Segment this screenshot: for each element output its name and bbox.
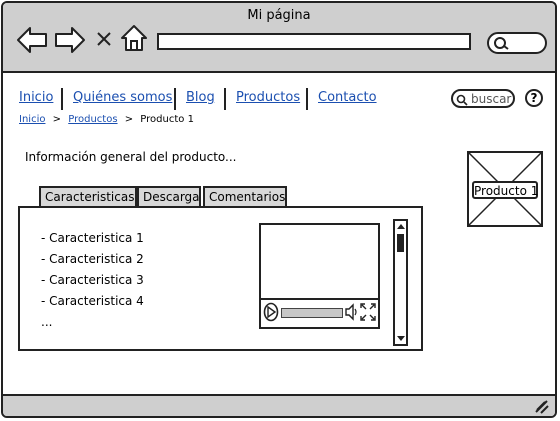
menu-item-inicio[interactable]: Inicio xyxy=(19,90,53,105)
menu-separator xyxy=(61,88,63,110)
scrollbar-thumb[interactable] xyxy=(397,234,404,252)
chevron-right-icon: > xyxy=(124,114,134,125)
tab-panel: - Caracteristica 1 - Caracteristica 2 - … xyxy=(18,206,423,351)
breadcrumb-inicio[interactable]: Inicio xyxy=(19,114,45,125)
resize-grip-icon[interactable] xyxy=(533,398,549,414)
window-title: Mi página xyxy=(247,8,311,23)
menu-item-productos[interactable]: Productos xyxy=(236,90,300,105)
vertical-scrollbar[interactable] xyxy=(393,219,408,346)
site-search-input[interactable]: buscar xyxy=(451,89,515,108)
forward-arrow-icon[interactable] xyxy=(53,25,87,55)
product-image-placeholder: Producto 1 xyxy=(467,151,543,227)
fullscreen-icon[interactable] xyxy=(360,303,376,321)
close-x-icon[interactable] xyxy=(95,30,113,48)
browser-search-field[interactable] xyxy=(487,32,547,54)
title-bar: Mi página xyxy=(3,3,555,73)
list-item: - Caracteristica 4 xyxy=(41,294,144,308)
help-icon[interactable]: ? xyxy=(525,89,543,107)
breadcrumb-current: Producto 1 xyxy=(140,114,194,125)
breadcrumb: Inicio > Productos > Producto 1 xyxy=(19,114,194,125)
play-icon[interactable] xyxy=(263,302,281,322)
list-item: - Caracteristica 2 xyxy=(41,252,144,266)
menu-link-inicio[interactable]: Inicio xyxy=(19,90,53,105)
video-player[interactable] xyxy=(259,223,380,329)
video-controls xyxy=(261,298,378,327)
menu-separator xyxy=(174,88,176,110)
video-screen[interactable] xyxy=(261,225,378,282)
menu-item-contacto[interactable]: Contacto xyxy=(318,90,377,105)
tab-comentarios[interactable]: Comentarios xyxy=(203,186,287,206)
feature-list: - Caracteristica 1 - Caracteristica 2 - … xyxy=(41,228,144,333)
breadcrumb-productos[interactable]: Productos xyxy=(68,114,117,125)
status-bar xyxy=(3,394,555,416)
back-arrow-icon[interactable] xyxy=(15,25,49,55)
browser-window: Mi página Inicio Quiénes somos Blog Prod… xyxy=(1,1,557,418)
menu-link-productos[interactable]: Productos xyxy=(236,90,300,105)
product-image-label: Producto 1 xyxy=(472,181,538,199)
address-bar[interactable] xyxy=(157,33,471,50)
scroll-down-arrow-icon[interactable] xyxy=(396,335,406,343)
product-info-text: Información general del producto... xyxy=(25,150,237,164)
volume-icon[interactable] xyxy=(345,303,359,321)
chevron-right-icon: > xyxy=(52,114,62,125)
search-icon xyxy=(456,94,468,106)
progress-bar[interactable] xyxy=(281,308,343,318)
menu-item-quienes-somos[interactable]: Quiénes somos xyxy=(73,90,172,105)
menu-link-quienes-somos[interactable]: Quiénes somos xyxy=(73,90,172,105)
magnifier-icon xyxy=(494,37,509,50)
list-item: - Caracteristica 1 xyxy=(41,231,144,245)
list-item: ... xyxy=(41,315,53,329)
search-placeholder: buscar xyxy=(471,92,512,106)
scroll-up-arrow-icon[interactable] xyxy=(396,222,406,230)
menu-separator xyxy=(224,88,226,110)
menu-link-contacto[interactable]: Contacto xyxy=(318,90,377,105)
menu-link-blog[interactable]: Blog xyxy=(186,90,215,105)
tab-caracteristicas[interactable]: Caracteristicas xyxy=(39,186,137,206)
list-item: - Caracteristica 3 xyxy=(41,273,144,287)
menu-separator xyxy=(306,88,308,110)
menu-item-blog[interactable]: Blog xyxy=(186,90,215,105)
tab-descarga[interactable]: Descarga xyxy=(137,186,201,206)
home-icon[interactable] xyxy=(119,23,149,53)
